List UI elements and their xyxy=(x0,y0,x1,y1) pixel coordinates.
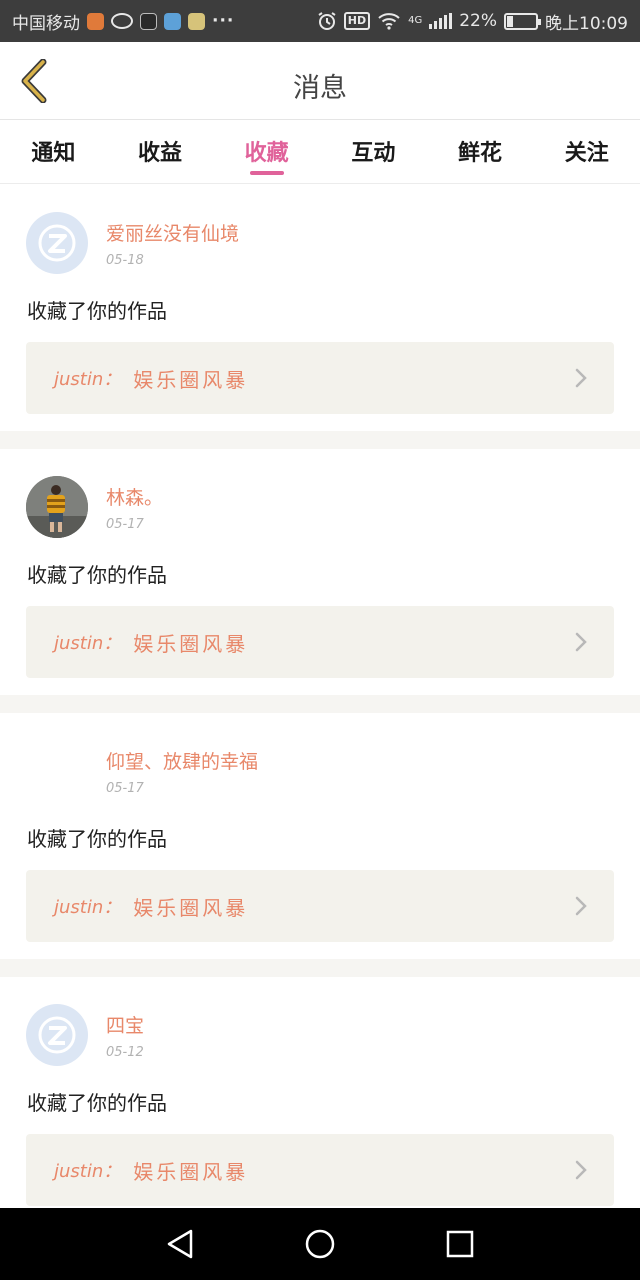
username[interactable]: 林森。 xyxy=(106,483,163,510)
network-type: 4G xyxy=(408,14,423,26)
tiktok-icon xyxy=(140,12,157,30)
wifi-icon xyxy=(378,13,400,30)
user-photo-avatar xyxy=(26,476,88,538)
clock: 晚上10:09 xyxy=(545,13,628,34)
work-link[interactable]: justin： 娱乐圈风暴 xyxy=(26,1134,614,1206)
nav-back-button[interactable] xyxy=(160,1224,200,1264)
action-text: 收藏了你的作品 xyxy=(27,299,167,323)
avatar[interactable] xyxy=(26,740,88,802)
feed-item: 爱丽丝没有仙境 05-18 收藏了你的作品 justin： 娱乐圈风暴 xyxy=(0,185,640,431)
username[interactable]: 仰望、放肆的幸福 xyxy=(106,747,258,774)
action-text: 收藏了你的作品 xyxy=(27,563,167,587)
work-link[interactable]: justin： 娱乐圈风暴 xyxy=(26,870,614,942)
circle-home-icon xyxy=(305,1229,335,1259)
tab-notifications[interactable]: 通知 xyxy=(0,121,107,183)
avatar[interactable] xyxy=(26,476,88,538)
square-recents-icon xyxy=(446,1230,474,1258)
feed-item: 林森。 05-17 收藏了你的作品 justin： 娱乐圈风暴 xyxy=(0,449,640,695)
chevron-right-icon xyxy=(575,896,587,916)
nav-home-button[interactable] xyxy=(300,1224,340,1264)
work-author: justin： xyxy=(54,897,122,918)
work-title: 娱乐圈风暴 xyxy=(133,631,249,656)
username[interactable]: 四宝 xyxy=(106,1011,144,1038)
status-left: 中国移动 ··· xyxy=(12,9,234,34)
tab-following[interactable]: 关注 xyxy=(533,121,640,183)
app-notification-icon xyxy=(87,12,104,30)
date: 05-17 xyxy=(106,781,144,796)
date: 05-12 xyxy=(106,1045,144,1060)
page-title: 消息 xyxy=(293,73,347,104)
work-author: justin： xyxy=(54,1161,122,1182)
wechat-icon xyxy=(111,13,133,29)
status-right: HD 4G 22% 晚上10:09 xyxy=(317,9,628,34)
avatar[interactable] xyxy=(26,1004,88,1066)
work-author: justin： xyxy=(54,369,122,390)
work-title: 娱乐圈风暴 xyxy=(133,1159,249,1184)
carrier-name: 中国移动 xyxy=(12,13,80,34)
default-avatar-icon xyxy=(38,1016,76,1054)
app-notification-icon xyxy=(164,12,181,30)
action-text: 收藏了你的作品 xyxy=(27,1091,167,1115)
avatar[interactable] xyxy=(26,212,88,274)
battery-icon xyxy=(504,12,541,30)
more-notifications-icon: ··· xyxy=(212,11,235,31)
chevron-right-icon xyxy=(575,368,587,388)
header: 消息 xyxy=(0,42,640,120)
triangle-back-icon xyxy=(167,1229,193,1259)
work-author: justin： xyxy=(54,633,122,654)
tab-favorites[interactable]: 收藏 xyxy=(213,121,320,183)
status-bar: 中国移动 ··· HD 4G 22% 晚上10:09 xyxy=(0,0,640,42)
favorites-feed[interactable]: 爱丽丝没有仙境 05-18 收藏了你的作品 justin： 娱乐圈风暴 林森。 … xyxy=(0,185,640,1208)
tab-bar: 通知 收益 收藏 互动 鲜花 关注 xyxy=(0,121,640,184)
action-text: 收藏了你的作品 xyxy=(27,827,167,851)
nav-recents-button[interactable] xyxy=(440,1224,480,1264)
signal-icon xyxy=(429,13,453,29)
date: 05-17 xyxy=(106,517,144,532)
tab-flowers[interactable]: 鲜花 xyxy=(427,121,534,183)
username[interactable]: 爱丽丝没有仙境 xyxy=(106,219,239,246)
tab-earnings[interactable]: 收益 xyxy=(107,121,214,183)
alarm-icon xyxy=(318,12,336,30)
feed-item: 仰望、放肆的幸福 05-17 收藏了你的作品 justin： 娱乐圈风暴 xyxy=(0,713,640,959)
work-link[interactable]: justin： 娱乐圈风暴 xyxy=(26,342,614,414)
system-nav-bar xyxy=(0,1208,640,1280)
default-avatar-icon xyxy=(38,224,76,262)
battery-percent: 22% xyxy=(459,11,497,31)
hd-badge: HD xyxy=(343,12,371,30)
feed-item: 四宝 05-12 收藏了你的作品 justin： 娱乐圈风暴 xyxy=(0,977,640,1208)
work-link[interactable]: justin： 娱乐圈风暴 xyxy=(26,606,614,678)
work-title: 娱乐圈风暴 xyxy=(133,367,249,392)
battery-level xyxy=(507,15,514,27)
app-notification-icon xyxy=(188,12,205,30)
date: 05-18 xyxy=(106,253,144,268)
chevron-right-icon xyxy=(575,632,587,652)
work-title: 娱乐圈风暴 xyxy=(133,895,249,920)
tab-interactions[interactable]: 互动 xyxy=(320,121,427,183)
chevron-right-icon xyxy=(575,1160,587,1180)
